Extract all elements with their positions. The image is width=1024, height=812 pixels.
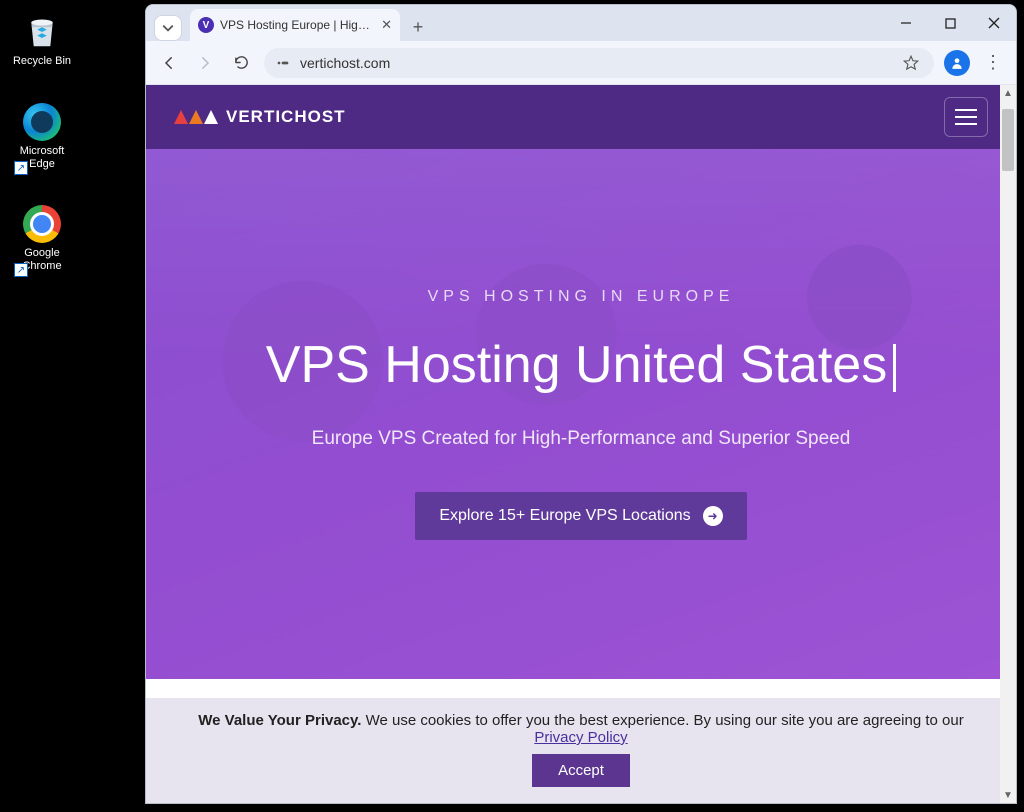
omnibox[interactable]: vertichost.com (264, 48, 934, 78)
scroll-down-icon[interactable]: ▼ (1000, 787, 1016, 803)
browser-window: V VPS Hosting Europe | High-Perf ✕ + ver… (145, 4, 1017, 804)
cookie-lead-bold: We Value Your Privacy. (198, 712, 361, 729)
cookie-consent-banner: We Value Your Privacy. We use cookies to… (146, 698, 1016, 803)
cta-label: Explore 15+ Europe VPS Locations (439, 507, 690, 525)
url-text: vertichost.com (300, 55, 890, 71)
desktop-icon-chrome[interactable]: ↗ Google Chrome (2, 200, 82, 277)
hero-subhead: Europe VPS Created for High-Performance … (312, 428, 851, 450)
desktop: Recycle Bin ↗ Microsoft Edge ↗ Google Ch… (0, 0, 145, 812)
hero-headline-text: VPS Hosting United States (266, 336, 887, 394)
site-logo[interactable]: VERTICHOST (174, 107, 346, 127)
hero-headline: VPS Hosting United States (266, 330, 896, 400)
nav-forward-button[interactable] (192, 50, 218, 76)
profile-avatar-button[interactable] (944, 50, 970, 76)
typing-cursor-icon (893, 344, 896, 392)
nav-back-button[interactable] (156, 50, 182, 76)
hero-section: VPS HOSTING IN EUROPE VPS Hosting United… (146, 149, 1016, 679)
tab-search-button[interactable] (154, 15, 182, 41)
tab-title: VPS Hosting Europe | High-Perf (220, 18, 375, 32)
shortcut-arrow-icon: ↗ (14, 263, 28, 277)
desktop-icon-label: Recycle Bin (13, 55, 71, 68)
site-info-icon[interactable] (274, 54, 292, 72)
cookie-lead-rest: We use cookies to offer you the best exp… (361, 712, 963, 729)
tab-strip: V VPS Hosting Europe | High-Perf ✕ + (146, 5, 1016, 41)
logo-mark-icon (174, 110, 218, 124)
tab-favicon-icon: V (198, 17, 214, 33)
tab-close-button[interactable]: ✕ (381, 17, 392, 33)
nav-reload-button[interactable] (228, 50, 254, 76)
window-close-button[interactable] (972, 5, 1016, 41)
window-controls (884, 5, 1016, 41)
explore-locations-button[interactable]: Explore 15+ Europe VPS Locations ➜ (415, 492, 746, 540)
scroll-up-icon[interactable]: ▲ (1000, 85, 1016, 101)
desktop-icon-recycle-bin[interactable]: Recycle Bin (2, 8, 82, 72)
site-header: VERTICHOST (146, 85, 1016, 149)
shortcut-arrow-icon: ↗ (14, 161, 28, 175)
window-minimize-button[interactable] (884, 5, 928, 41)
edge-icon: ↗ (22, 102, 62, 142)
scroll-thumb[interactable] (1002, 109, 1014, 171)
window-maximize-button[interactable] (928, 5, 972, 41)
cookie-accept-button[interactable]: Accept (532, 754, 630, 787)
hero-eyebrow: VPS HOSTING IN EUROPE (428, 288, 735, 306)
cookie-text: We Value Your Privacy. We use cookies to… (186, 712, 976, 746)
hamburger-menu-button[interactable] (944, 97, 988, 137)
brand-name: VERTICHOST (226, 107, 346, 127)
chrome-icon: ↗ (22, 204, 62, 244)
browser-menu-button[interactable]: ⋮ (980, 50, 1006, 76)
arrow-right-icon: ➜ (703, 506, 723, 526)
desktop-icon-edge[interactable]: ↗ Microsoft Edge (2, 98, 82, 175)
page-content: VERTICHOST VPS HOSTING IN EUROPE VPS Hos… (146, 85, 1016, 803)
recycle-bin-icon (22, 12, 62, 52)
page-scrollbar[interactable]: ▲ ▼ (1000, 85, 1016, 803)
new-tab-button[interactable]: + (404, 13, 432, 41)
bookmark-star-icon[interactable] (898, 50, 924, 76)
privacy-policy-link[interactable]: Privacy Policy (534, 729, 627, 746)
browser-tab[interactable]: V VPS Hosting Europe | High-Perf ✕ (190, 9, 400, 41)
address-bar: vertichost.com ⋮ (146, 41, 1016, 85)
